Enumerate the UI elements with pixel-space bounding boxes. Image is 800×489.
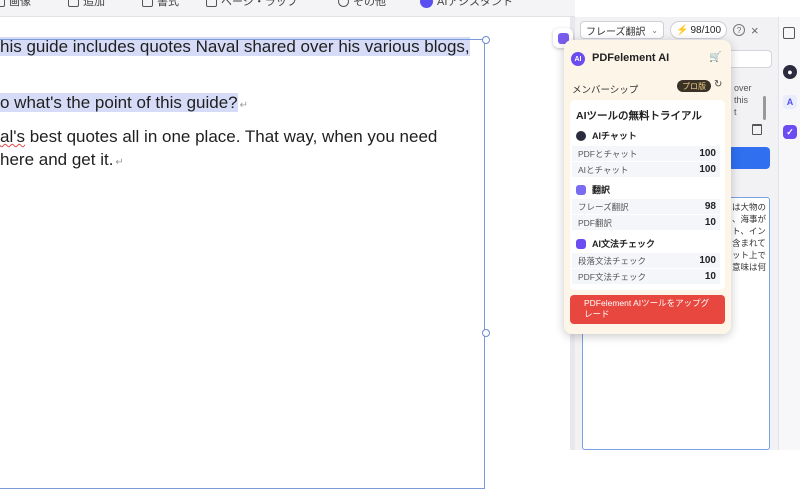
toolbar-ai-label: AIアシスタント <box>437 0 513 8</box>
toolbar-add-button[interactable]: 追加 <box>68 0 105 8</box>
toolbar-page-label: ページ・ラップ <box>221 0 298 8</box>
upgrade-button[interactable]: PDFelement AIツールをアップグレード <box>570 295 725 324</box>
cart-icon[interactable]: 🛒 <box>709 52 721 63</box>
usage-row: AIとチャット 100 <box>572 162 720 177</box>
source-snippet-line-3: t <box>734 107 737 117</box>
translate-tool-icon[interactable]: A <box>783 95 797 109</box>
doc-line-2[interactable]: o what's the point of this guide? ↵ <box>0 93 248 113</box>
toolbar-ai-button[interactable]: AIアシスタント <box>420 0 513 8</box>
close-icon[interactable]: × <box>751 23 759 38</box>
translation-line-4: 含まれて <box>732 238 766 248</box>
doc-line-4-text: here and get it. <box>0 150 114 169</box>
section-translate-title: 翻訳 <box>592 185 611 195</box>
toolbar-image-label: 画像 <box>9 0 31 8</box>
popup-title: PDFelement AI <box>592 52 670 64</box>
translation-line-6: 意味は何 <box>732 262 767 272</box>
document-canvas: his guide includes quotes Naval shared o… <box>0 17 575 489</box>
doc-line-1[interactable]: his guide includes quotes Naval shared o… <box>0 37 470 57</box>
usage-row: PDFとチャット 100 <box>572 146 720 161</box>
trial-card: AIツールの無料トライアル AIチャット PDFとチャット 100 AIとチャッ… <box>570 100 725 290</box>
doc-line-3-misspelled: al's <box>0 127 25 146</box>
image-icon <box>0 0 5 7</box>
settings-sliders-icon[interactable] <box>783 27 795 39</box>
paragraph-mark: ↵ <box>239 100 249 111</box>
more-icon <box>338 0 349 7</box>
membership-label: メンバーシップ <box>572 85 639 96</box>
lightning-icon: ⚡ <box>676 24 689 36</box>
toolbar-format-label: 書式 <box>157 0 179 8</box>
usage-label: PDF文法チェック <box>578 271 647 282</box>
document-page[interactable]: his guide includes quotes Naval shared o… <box>0 17 570 489</box>
mode-select-value: フレーズ翻訳 <box>586 26 646 38</box>
doc-line-1-text: his guide includes quotes Naval shared o… <box>0 37 470 56</box>
toolbar-more-label: その他 <box>353 0 386 8</box>
section-translate: 翻訳 <box>576 183 610 196</box>
mode-select[interactable]: フレーズ翻訳 ⌄ <box>580 21 664 39</box>
section-grammar-title: AI文法チェック <box>592 239 656 249</box>
translation-line-1: は大物の <box>732 202 767 212</box>
grammar-check-icon <box>576 238 586 249</box>
usage-value: 98 <box>704 201 716 212</box>
chevron-down-icon: ⌄ <box>651 25 658 35</box>
ai-robot-icon[interactable]: ● <box>783 65 797 79</box>
refresh-icon[interactable]: ↻ <box>714 79 722 90</box>
page-icon <box>206 0 217 7</box>
doc-line-3[interactable]: al's best quotes all in one place. That … <box>0 127 437 147</box>
ai-trial-popup: AI PDFelement AI 🛒 メンバーシップ プロ版 ↻ AIツールの無… <box>564 40 731 334</box>
language-select[interactable] <box>725 50 772 68</box>
translation-line-5: ット上で <box>732 250 767 260</box>
usage-row: PDF文法チェック 10 <box>572 269 720 284</box>
grammar-tool-icon[interactable]: ✓ <box>783 125 797 139</box>
usage-value: 100 <box>699 164 716 175</box>
paragraph-mark: ↵ <box>115 157 124 168</box>
resize-handle-top-right[interactable] <box>482 36 490 44</box>
usage-row: 段落文法チェック 100 <box>572 253 720 268</box>
source-snippet-line-2: this <box>734 95 749 105</box>
usage-row: PDF翻訳 10 <box>572 215 720 230</box>
toolbar-add-label: 追加 <box>83 0 105 8</box>
usage-label: フレーズ翻訳 <box>578 201 629 212</box>
resize-handle-right[interactable] <box>482 329 490 337</box>
right-sidebar: ● A ✓ <box>778 17 800 450</box>
usage-row: フレーズ翻訳 98 <box>572 199 720 214</box>
add-icon <box>68 0 79 7</box>
section-grammar: AI文法チェック <box>576 237 655 250</box>
format-icon <box>142 0 153 7</box>
usage-value: 100 <box>699 148 716 159</box>
trial-card-title: AIツールの無料トライアル <box>576 110 702 122</box>
source-snippet-line-1: over <box>734 83 752 93</box>
help-icon[interactable]: ? <box>733 24 746 36</box>
usage-value: 100 <box>699 255 716 266</box>
panel-scrollbar[interactable] <box>763 96 766 120</box>
help-glyph: ? <box>736 25 742 35</box>
toolbar-page-button[interactable]: ページ・ラップ <box>206 0 298 8</box>
pdfelement-ai-logo: AI <box>571 52 585 66</box>
chat-icon <box>576 130 586 141</box>
toolbar-more-button[interactable]: その他 <box>338 0 386 8</box>
usage-value: 10 <box>704 217 716 228</box>
toolbar-format-button[interactable]: 書式 <box>142 0 179 8</box>
trash-icon[interactable] <box>752 124 762 135</box>
translation-line-3: ト、イン <box>732 226 766 236</box>
ai-assistant-icon <box>420 0 433 8</box>
usage-label: PDF翻訳 <box>578 217 613 228</box>
usage-label: 段落文法チェック <box>578 255 647 266</box>
toolbar-image-button[interactable]: 画像 <box>0 0 31 8</box>
translate-icon <box>576 184 586 195</box>
usage-value: 10 <box>704 271 716 282</box>
credits-badge: ⚡ 98/100 <box>670 21 728 39</box>
credits-value: 98/100 <box>690 24 722 36</box>
doc-line-4[interactable]: here and get it. ↵ <box>0 150 124 170</box>
membership-badge: プロ版 <box>677 80 711 92</box>
ai-panel-header: フレーズ翻訳 ⌄ ⚡ 98/100 ? × <box>580 18 775 42</box>
translation-line-2: 、海事が <box>732 214 767 224</box>
translate-button[interactable] <box>728 147 770 169</box>
doc-line-2-text: o what's the point of this guide? <box>0 93 238 112</box>
usage-label: PDFとチャット <box>578 148 638 159</box>
usage-label: AIとチャット <box>578 164 629 175</box>
top-toolbar: 画像 追加 書式 ページ・ラップ その他 AIアシスタント <box>0 0 575 17</box>
section-ai-chat-title: AIチャット <box>592 131 637 141</box>
section-ai-chat: AIチャット <box>576 129 637 142</box>
doc-line-3-text: best quotes all in one place. That way, … <box>24 127 438 146</box>
